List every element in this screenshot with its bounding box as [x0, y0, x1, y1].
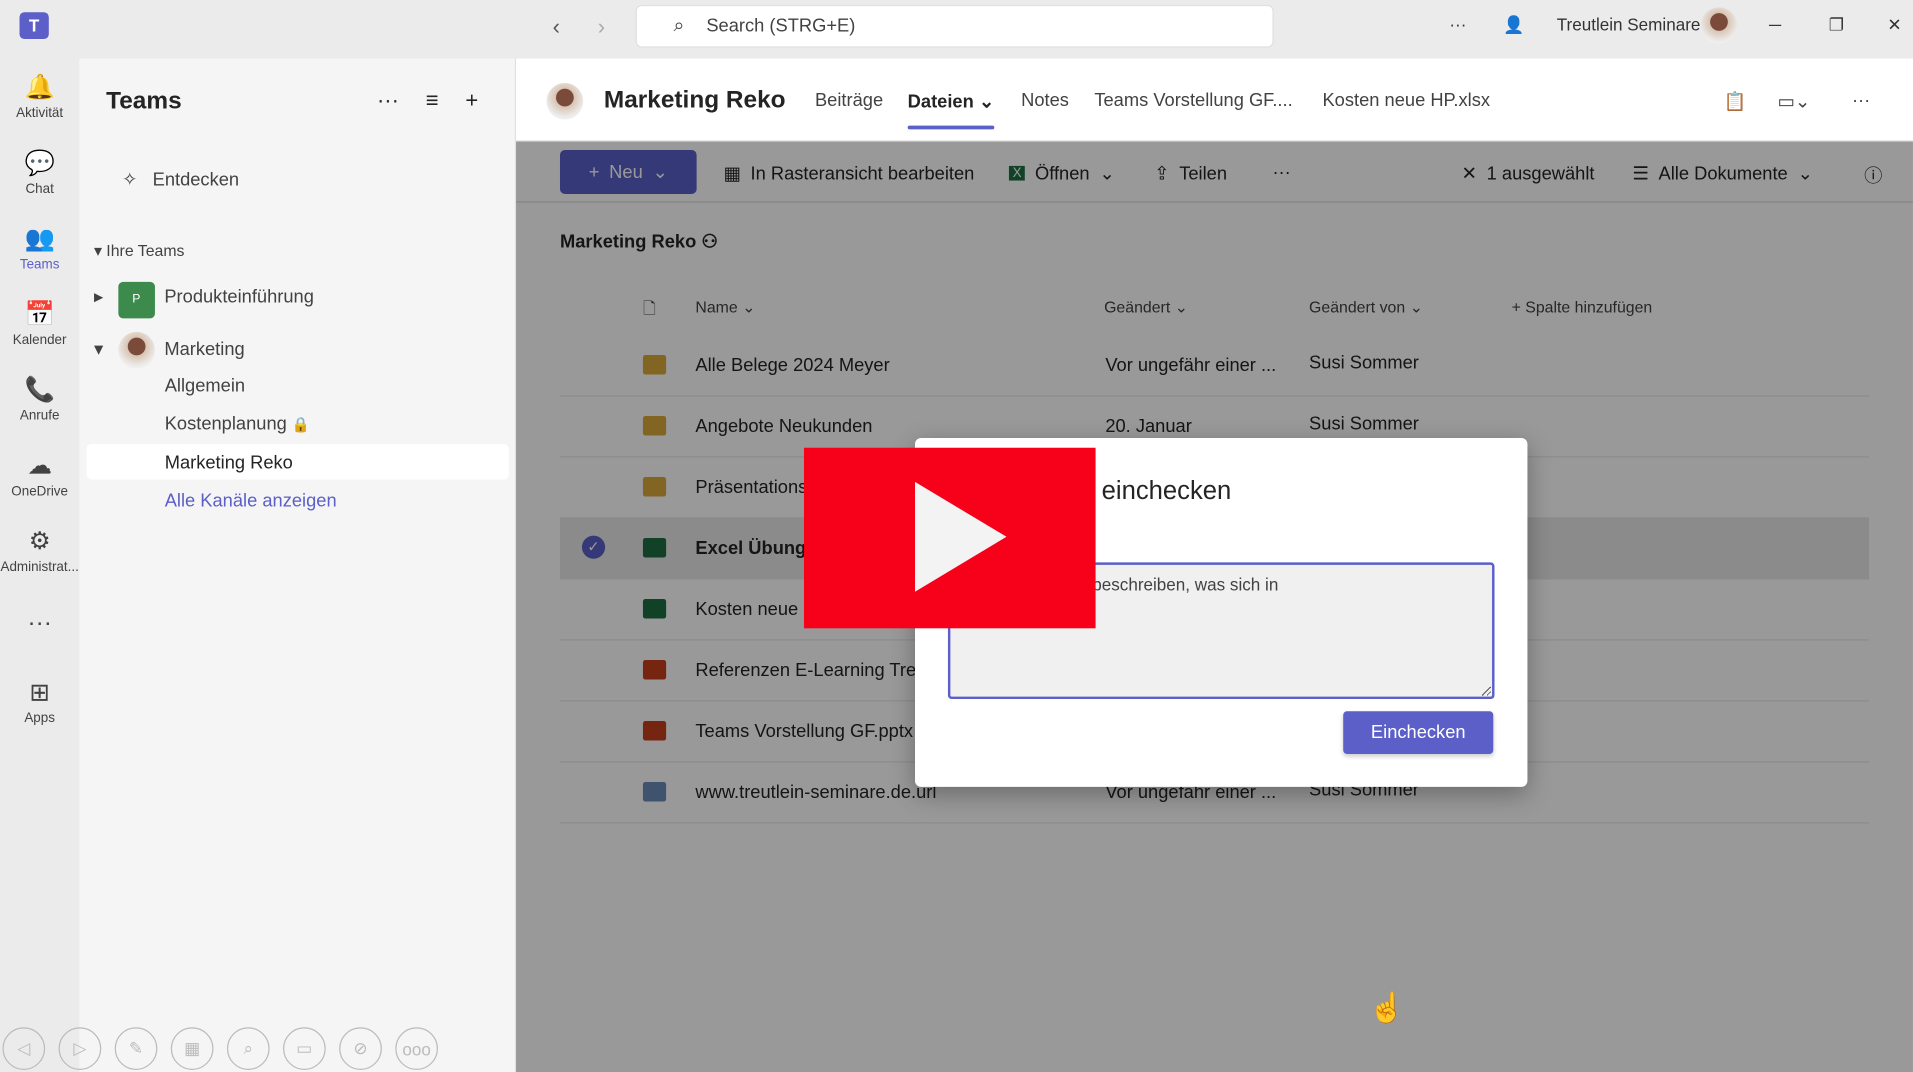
- sparkle-icon: ✧: [122, 169, 138, 191]
- teams-sidebar: Teams ··· ≡ + ✧ Entdecken ▾ Ihre Teams ▸ P…: [79, 58, 517, 1072]
- teams-icon: 👥: [24, 225, 55, 253]
- section-your-teams[interactable]: ▾ Ihre Teams: [94, 242, 185, 262]
- pen-icon[interactable]: ✎: [114, 1027, 158, 1070]
- bell-icon: 🔔: [24, 74, 55, 102]
- team-avatar: [117, 331, 155, 369]
- more-icon: ···: [27, 610, 52, 637]
- player-controls: ◁ ▷ ✎ ▦ ⌕ ▭ ⊘ ooo: [0, 1027, 438, 1070]
- team-marketing[interactable]: ▾ Marketing: [94, 331, 245, 369]
- team-produkteinfuehrung[interactable]: ▸ P Produkteinführung: [94, 281, 314, 319]
- forward-icon[interactable]: ›: [598, 15, 605, 41]
- checkin-button[interactable]: Einchecken: [1343, 711, 1494, 754]
- more-icon[interactable]: ···: [1852, 90, 1870, 111]
- channel-avatar: [546, 82, 584, 120]
- sidebar-title: Teams: [106, 87, 182, 115]
- rail-item-teams[interactable]: 👥 Teams: [0, 210, 79, 286]
- user-avatar[interactable]: [1700, 7, 1738, 44]
- filter-icon[interactable]: ≡: [426, 88, 439, 114]
- restore-icon[interactable]: ❐: [1829, 15, 1844, 36]
- title-bar: T ‹ › ⌕ Search (STRG+E) ··· 👤 Treutlein S…: [0, 0, 1913, 59]
- tab-notes[interactable]: Notes: [1021, 90, 1069, 111]
- show-all-channels-link[interactable]: Alle Kanäle anzeigen: [165, 490, 337, 511]
- admin-icon: ⚙: [28, 528, 51, 556]
- close-icon[interactable]: ✕: [1887, 15, 1901, 36]
- apps-icon: ⊞: [29, 679, 50, 707]
- search-input[interactable]: ⌕ Search (STRG+E): [635, 4, 1274, 48]
- rail-item-chat[interactable]: 💬 Chat: [0, 134, 79, 210]
- channel-kostenplanung[interactable]: Kostenplanung 🔒: [165, 414, 310, 435]
- selected-highlight: [86, 444, 509, 480]
- video-call-icon[interactable]: ▭⌄: [1778, 90, 1811, 113]
- teams-logo: T: [19, 12, 49, 40]
- rail-item-more[interactable]: ···: [0, 588, 79, 664]
- search-icon: ⌕: [673, 15, 685, 36]
- more-icon[interactable]: ···: [377, 88, 399, 114]
- phone-icon: 📞: [24, 376, 55, 404]
- tab-dateien[interactable]: Dateien ⌄: [907, 90, 994, 130]
- more-icon[interactable]: ooo: [395, 1027, 438, 1070]
- captions-icon[interactable]: ▭: [283, 1027, 326, 1070]
- chat-icon: 💬: [24, 150, 55, 177]
- rail-item-administrat[interactable]: ⚙ Administrat...: [0, 512, 79, 588]
- clipboard-icon[interactable]: 📋: [1724, 90, 1747, 113]
- play-icon[interactable]: ▷: [58, 1027, 102, 1070]
- channel-marketing-reko[interactable]: Marketing Reko: [165, 453, 293, 474]
- zoom-icon[interactable]: ⌕: [226, 1027, 270, 1070]
- channel-title: Marketing Reko: [603, 86, 786, 114]
- rail-item-kalender[interactable]: 📅 Kalender: [0, 285, 79, 361]
- lock-icon: 🔒: [291, 416, 311, 434]
- add-icon[interactable]: +: [465, 88, 478, 114]
- team-avatar: P: [117, 281, 155, 319]
- tab-teams-vorstellung[interactable]: Teams Vorstellung GF....: [1094, 90, 1292, 111]
- layout-icon[interactable]: ▦: [170, 1027, 214, 1070]
- app-rail: 🔔 Aktivität 💬 Chat 👥 Teams 📅 Kalender 📞 Anrufe ☁ On…: [0, 58, 80, 1072]
- more-icon[interactable]: ···: [1449, 15, 1466, 35]
- calendar-icon: 📅: [24, 301, 55, 329]
- minimize-icon[interactable]: ─: [1769, 15, 1781, 35]
- people-icon[interactable]: 👤: [1503, 15, 1524, 36]
- rail-item-onedrive[interactable]: ☁ OneDrive: [0, 437, 79, 513]
- cloud-icon: ☁: [27, 452, 52, 480]
- channel-header: Marketing Reko Beiträge Dateien ⌄ Notes …: [516, 58, 1913, 142]
- rail-item-apps[interactable]: ⊞ Apps: [0, 664, 79, 740]
- rail-item-anrufe[interactable]: 📞 Anrufe: [0, 361, 79, 437]
- rail-item-aktivitt[interactable]: 🔔 Aktivität: [0, 59, 79, 135]
- tab-kosten-hp[interactable]: Kosten neue HP.xlsx: [1322, 90, 1490, 111]
- user-name[interactable]: Treutlein Seminare: [1557, 15, 1701, 35]
- previous-icon[interactable]: ◁: [2, 1027, 46, 1070]
- camera-off-icon[interactable]: ⊘: [339, 1027, 382, 1070]
- channel-allgemein[interactable]: Allgemein: [165, 376, 245, 397]
- cursor-icon: ☝: [1368, 991, 1406, 1025]
- tab-beitraege[interactable]: Beiträge: [815, 90, 883, 111]
- video-play-icon[interactable]: [803, 447, 1096, 629]
- discover-item[interactable]: ✧ Entdecken: [122, 168, 239, 191]
- back-icon[interactable]: ‹: [553, 15, 560, 41]
